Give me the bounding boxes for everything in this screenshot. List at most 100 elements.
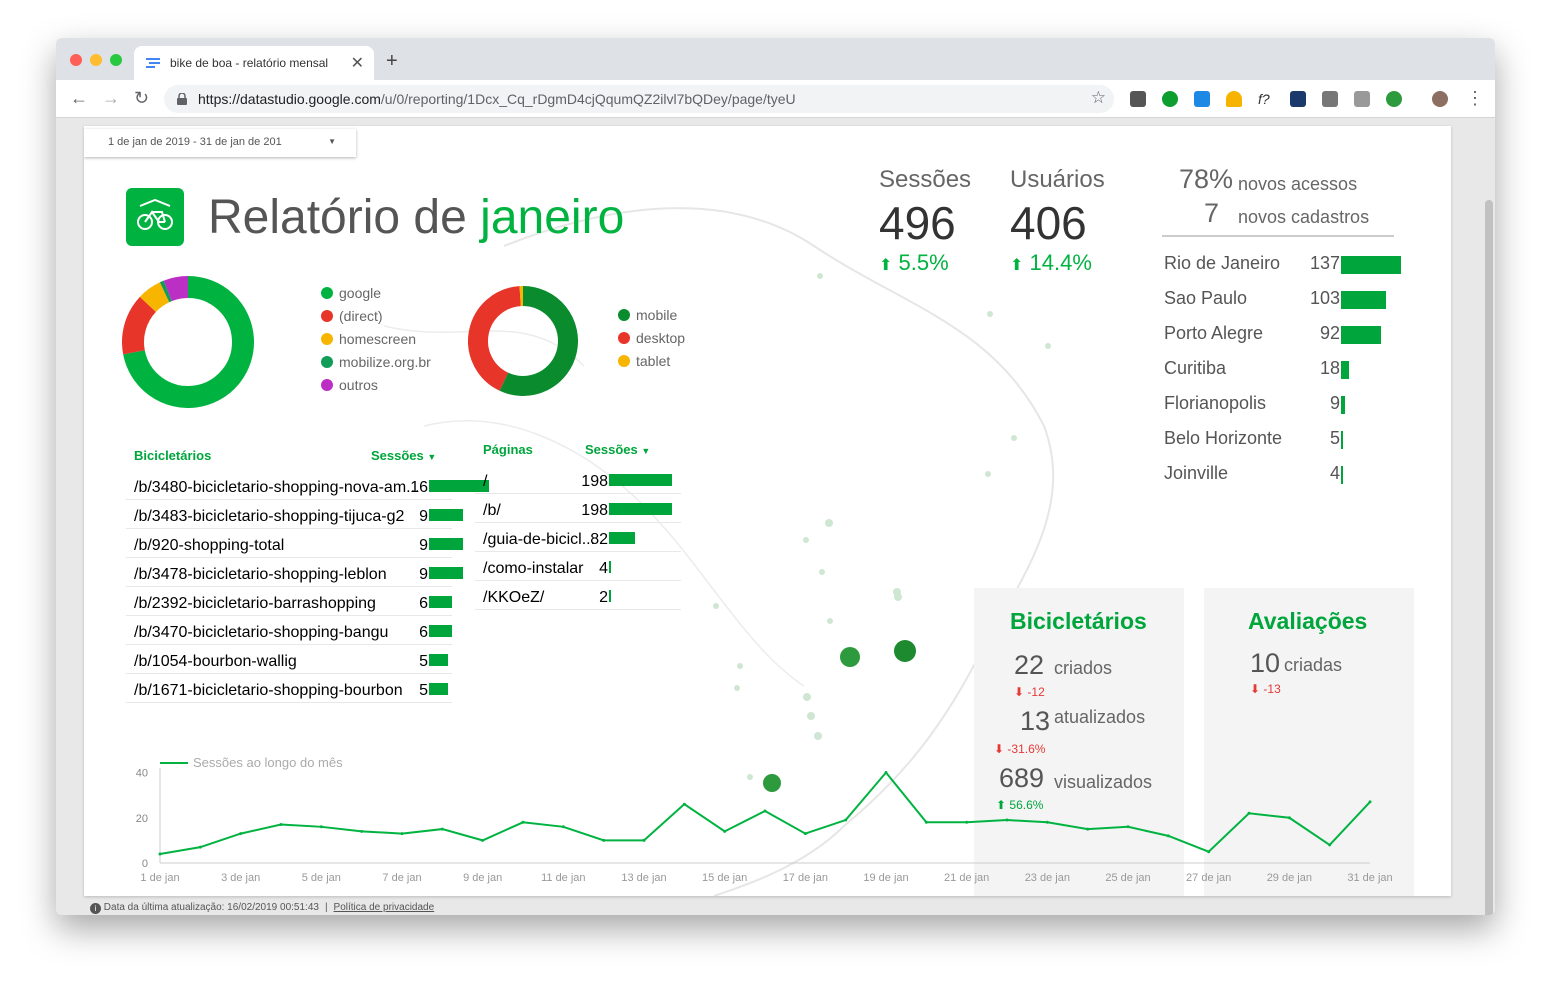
sessions-point[interactable] bbox=[844, 818, 848, 822]
device-legend-item[interactable]: tablet bbox=[618, 353, 670, 369]
sessions-point[interactable] bbox=[602, 838, 606, 842]
sessions-point[interactable] bbox=[763, 809, 767, 813]
sessions-line-chart[interactable]: 0 20 40 1 de jan 3 de jan 5 de jan 7 de jan 9 d… bbox=[84, 746, 1451, 896]
new-tab-button[interactable]: + bbox=[386, 50, 398, 73]
sessions-point[interactable] bbox=[158, 852, 162, 856]
menu-kebab-icon[interactable]: ⋮ bbox=[1466, 88, 1484, 109]
privacy-policy-link[interactable]: Política de privacidade bbox=[334, 902, 435, 913]
pages-table-row[interactable]: /198 bbox=[475, 465, 681, 494]
pages-table-col1: Páginas bbox=[483, 442, 533, 457]
date-range-picker[interactable]: 1 de jan de 2019 - 31 de jan de 201 ▼ bbox=[84, 129, 356, 157]
sessions-point[interactable] bbox=[924, 820, 928, 824]
sessions-point[interactable] bbox=[1207, 850, 1211, 854]
bike-table-row[interactable]: /b/3470-bicicletario-shopping-bangu 6 bbox=[126, 616, 452, 645]
divider bbox=[1162, 235, 1394, 237]
source-slice-2[interactable] bbox=[139, 282, 170, 313]
extension-green2-icon[interactable] bbox=[1386, 91, 1402, 107]
back-button[interactable]: ← bbox=[70, 88, 88, 109]
address-bar[interactable]: https://datastudio.google.com/u/0/report… bbox=[164, 85, 1114, 113]
city-bar[interactable] bbox=[1341, 431, 1344, 449]
source-slice-4[interactable] bbox=[163, 276, 189, 302]
bike-table-row[interactable]: /b/1054-bourbon-wallig 5 bbox=[126, 645, 452, 674]
city-bar[interactable] bbox=[1341, 466, 1343, 484]
source-legend-item[interactable]: (direct) bbox=[321, 308, 383, 324]
bike-table-row[interactable]: /b/1671-bicicletario-shopping-bourbon 5 bbox=[126, 674, 452, 703]
pages-table-row[interactable]: /b/198 bbox=[475, 494, 681, 523]
sessions-point[interactable] bbox=[1328, 843, 1332, 847]
firebase-extension-icon[interactable] bbox=[1226, 91, 1242, 107]
device-legend-item[interactable]: mobile bbox=[618, 307, 677, 323]
sessions-point[interactable] bbox=[561, 825, 565, 829]
device-legend-item[interactable]: desktop bbox=[618, 330, 685, 346]
x-tick-label: 17 de jan bbox=[783, 872, 828, 884]
city-bar[interactable] bbox=[1341, 256, 1401, 274]
city-bar[interactable] bbox=[1341, 326, 1382, 344]
pages-table-row[interactable]: /KKOeZ/2 bbox=[475, 581, 681, 610]
bike-table-row[interactable]: /b/3480-bicicletario-shopping-nova-am...… bbox=[126, 471, 489, 500]
data-studio-icon bbox=[146, 58, 160, 68]
device-donut-chart[interactable] bbox=[468, 286, 578, 396]
city-bar[interactable] bbox=[1341, 396, 1345, 414]
dictionary-extension-icon[interactable] bbox=[1290, 91, 1306, 107]
sessions-point[interactable] bbox=[1287, 816, 1291, 820]
sessions-point[interactable] bbox=[279, 823, 283, 827]
profile-avatar[interactable] bbox=[1432, 91, 1448, 107]
sessions-point[interactable] bbox=[1045, 820, 1049, 824]
source-donut-chart[interactable] bbox=[122, 276, 254, 408]
page-scrollbar[interactable] bbox=[1485, 200, 1493, 915]
sessions-point[interactable] bbox=[1005, 818, 1009, 822]
bike-table-row[interactable]: /b/3478-bicicletario-shopping-leblon 9 bbox=[126, 558, 463, 587]
maximize-window-button[interactable] bbox=[110, 54, 122, 66]
source-slice-3[interactable] bbox=[159, 280, 172, 303]
font-extension-icon[interactable]: f? bbox=[1258, 91, 1274, 107]
tools-extension-icon[interactable] bbox=[1322, 91, 1338, 107]
source-legend-item[interactable]: homescreen bbox=[321, 331, 416, 347]
source-slice-1[interactable] bbox=[122, 296, 157, 355]
source-legend-item[interactable]: mobilize.org.br bbox=[321, 354, 431, 370]
sessions-point[interactable] bbox=[481, 838, 485, 842]
sessions-point[interactable] bbox=[521, 820, 525, 824]
bike-table-row[interactable]: /b/2392-bicicletario-barrashopping 6 bbox=[126, 587, 452, 616]
sessions-point[interactable] bbox=[1368, 800, 1372, 804]
camera-extension-icon[interactable] bbox=[1354, 91, 1370, 107]
sessions-point[interactable] bbox=[1166, 834, 1170, 838]
reload-button[interactable]: ↻ bbox=[134, 88, 149, 109]
pocket-extension-icon[interactable] bbox=[1130, 91, 1146, 107]
close-window-button[interactable] bbox=[70, 54, 82, 66]
sessions-point[interactable] bbox=[884, 771, 888, 775]
forward-button[interactable]: → bbox=[102, 88, 120, 109]
source-legend-item[interactable]: google bbox=[321, 285, 381, 301]
city-bar[interactable] bbox=[1341, 291, 1387, 309]
city-bar[interactable] bbox=[1341, 361, 1349, 379]
source-legend-item[interactable]: outros bbox=[321, 377, 378, 393]
bookmark-star-icon[interactable]: ☆ bbox=[1091, 88, 1106, 108]
pages-table-col2-sort[interactable]: Sessões ▼ bbox=[585, 442, 650, 457]
extension-blue-icon[interactable] bbox=[1194, 91, 1210, 107]
bike-table-row[interactable]: /b/920-shopping-total 9 bbox=[126, 529, 463, 558]
sessions-point[interactable] bbox=[803, 832, 807, 836]
pages-table-row[interactable]: /guia-de-bicicl... 82 bbox=[475, 523, 681, 552]
bike-table-col2-sort[interactable]: Sessões ▼ bbox=[371, 448, 436, 463]
sessions-point[interactable] bbox=[360, 829, 364, 833]
extension-green-icon[interactable] bbox=[1162, 91, 1178, 107]
sessions-point[interactable] bbox=[682, 802, 686, 806]
sessions-series-line[interactable] bbox=[159, 770, 1371, 855]
minimize-window-button[interactable] bbox=[90, 54, 102, 66]
pages-table-row[interactable]: /como-instalar 4 bbox=[475, 552, 681, 581]
device-slice-0[interactable] bbox=[499, 286, 578, 396]
sessions-point[interactable] bbox=[319, 825, 323, 829]
device-slice-1[interactable] bbox=[468, 286, 522, 391]
sessions-point[interactable] bbox=[965, 820, 969, 824]
sessions-point[interactable] bbox=[723, 829, 727, 833]
bike-table-row[interactable]: /b/3483-bicicletario-shopping-tijuca-g2 9 bbox=[126, 500, 463, 529]
sessions-point[interactable] bbox=[1247, 811, 1251, 815]
sessions-point[interactable] bbox=[198, 845, 202, 849]
close-tab-icon[interactable]: ✕ bbox=[351, 53, 364, 73]
sessions-point[interactable] bbox=[642, 838, 646, 842]
sessions-point[interactable] bbox=[239, 832, 243, 836]
browser-tab[interactable]: bike de boa - relatório mensal ✕ bbox=[134, 46, 374, 80]
sessions-point[interactable] bbox=[1086, 827, 1090, 831]
sessions-point[interactable] bbox=[400, 832, 404, 836]
sessions-point[interactable] bbox=[440, 827, 444, 831]
sessions-point[interactable] bbox=[1126, 825, 1130, 829]
